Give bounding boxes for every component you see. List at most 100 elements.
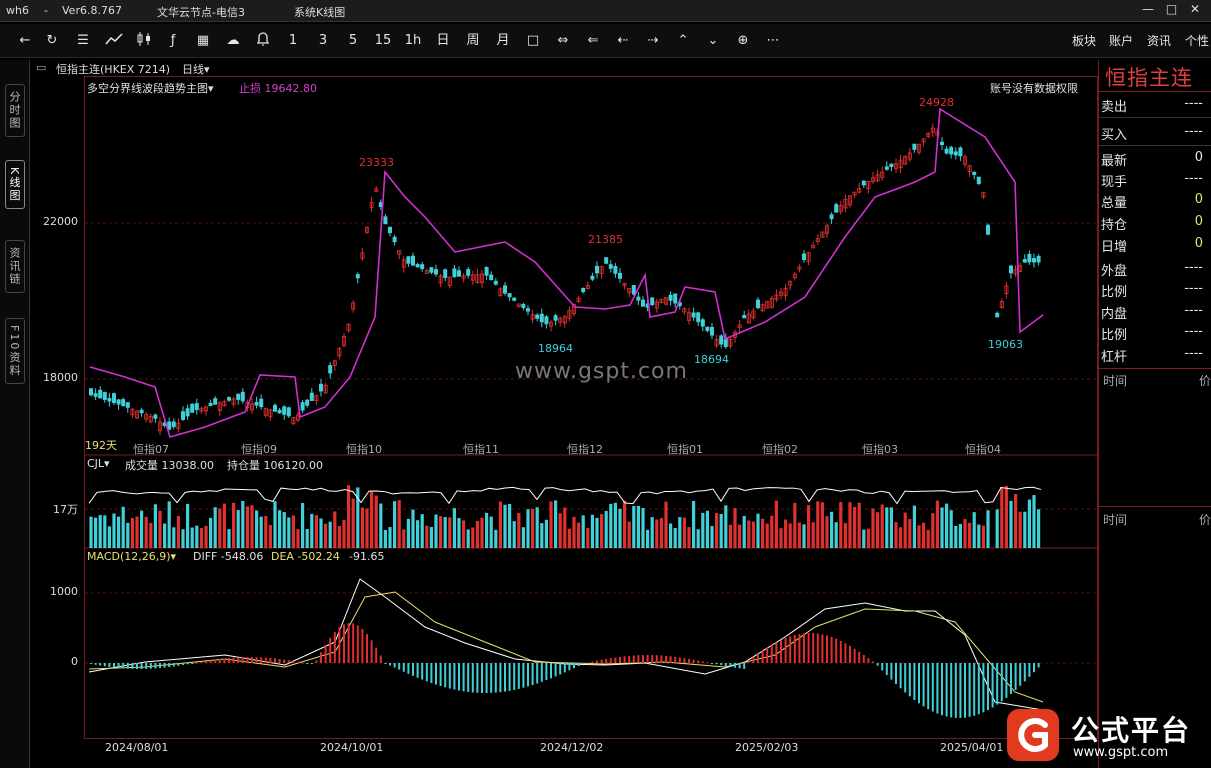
- tab-kline[interactable]: K线图: [5, 160, 25, 210]
- indicator-select[interactable]: 多空分界线波段趋势主图▾: [87, 80, 214, 96]
- scroll-right-icon[interactable]: ⇢: [642, 31, 664, 51]
- volume-bar: [475, 520, 479, 548]
- volume-bar: [664, 501, 668, 548]
- candle-body: [406, 256, 411, 264]
- volume-bar: [636, 505, 640, 548]
- crosshair-icon[interactable]: ⊕: [732, 31, 754, 51]
- volume-bar: [328, 521, 332, 548]
- macd-histogram-bar: [596, 660, 598, 663]
- macd-histogram-bar: [320, 652, 322, 663]
- formula-icon[interactable]: ƒ: [162, 31, 184, 51]
- candle-body: [181, 411, 186, 420]
- macd-histogram-bar: [536, 663, 539, 684]
- cloud-sync-icon[interactable]: ☁: [222, 31, 244, 51]
- volume-bar: [397, 500, 401, 548]
- tab-news-chain[interactable]: 资讯链: [5, 240, 25, 293]
- volume-bar: [600, 514, 604, 548]
- volume-bar: [383, 529, 387, 548]
- zoom-in-icon[interactable]: ⇔: [552, 31, 574, 51]
- quote-row-ratio1: 比例 ----: [1101, 281, 1203, 300]
- macd-histogram-bar: [205, 661, 207, 663]
- volume-bar: [650, 517, 654, 548]
- period-day[interactable]: 日: [432, 31, 454, 51]
- volume-bar: [963, 519, 967, 548]
- volume-bar: [462, 520, 466, 548]
- custom-period-icon[interactable]: □: [522, 31, 544, 51]
- macd-histogram-bar: [826, 635, 828, 663]
- instrument-bar: ▭ 恒指主连(HKEX 7214) 日线▾: [32, 60, 1098, 76]
- scroll-up-icon[interactable]: ⌃: [672, 31, 694, 51]
- close-button[interactable]: ✕: [1185, 2, 1205, 16]
- indicator-icon[interactable]: ▦: [192, 31, 214, 51]
- month-label-01: 恒指01: [667, 443, 703, 456]
- period-week[interactable]: 周: [462, 31, 484, 51]
- macd-histogram-bar: [982, 663, 985, 713]
- period-5min[interactable]: 5: [342, 31, 364, 51]
- macd-histogram-bar: [209, 660, 212, 663]
- volume-bar: [719, 513, 723, 548]
- macd-indicator-select[interactable]: MACD(12,26,9)▾: [87, 550, 176, 563]
- line-chart-icon[interactable]: [103, 31, 125, 51]
- maximize-button[interactable]: □: [1162, 2, 1182, 16]
- logo-mark-icon: [1007, 709, 1059, 761]
- macd-histogram-bar: [775, 642, 778, 663]
- macd-histogram-bar: [228, 658, 230, 663]
- permission-notice: 账号没有数据权限: [990, 82, 1078, 95]
- date-label-1: 2024/10/01: [320, 741, 384, 754]
- volume-bar: [535, 507, 539, 548]
- volume-bar: [126, 522, 130, 548]
- more-icon[interactable]: ⋯: [762, 31, 784, 51]
- scroll-left-icon[interactable]: ⇠: [612, 31, 634, 51]
- volume-bar: [117, 516, 121, 548]
- menu-account[interactable]: 账户: [1109, 32, 1133, 49]
- volume-bar: [807, 505, 811, 548]
- macd-histogram-bar: [812, 633, 815, 663]
- macd-histogram-bar: [471, 663, 474, 693]
- chart-area[interactable]: 多空分界线波段趋势主图▾ 止损 19642.80 账号没有数据权限 23333 …: [84, 76, 1099, 739]
- layout-icon[interactable]: ▭: [36, 61, 46, 74]
- high-label-23333: 23333: [359, 156, 394, 169]
- period-select[interactable]: 日线▾: [182, 61, 210, 77]
- macd-histogram-bar: [172, 663, 175, 667]
- macd-histogram-bar: [586, 662, 589, 664]
- menu-personal[interactable]: 个性: [1185, 32, 1209, 49]
- macd-histogram-bar: [214, 659, 217, 663]
- macd-histogram-bar: [384, 663, 387, 664]
- tab-f10[interactable]: F10资料: [5, 318, 25, 385]
- macd-histogram-bar: [338, 627, 341, 663]
- candle-icon[interactable]: [133, 31, 155, 51]
- period-month[interactable]: 月: [492, 31, 514, 51]
- volume-bar: [374, 495, 378, 548]
- period-3min[interactable]: 3: [312, 31, 334, 51]
- macd-histogram-bar: [770, 644, 773, 663]
- refresh-icon[interactable]: ↻: [41, 31, 63, 51]
- candle-body: [691, 312, 696, 318]
- candle-body: [213, 398, 218, 405]
- macd-histogram-bar: [936, 663, 939, 714]
- back-arrow-icon[interactable]: ←: [14, 31, 36, 51]
- alert-bell-icon[interactable]: [252, 31, 274, 51]
- zoom-out-icon[interactable]: ⇐: [582, 31, 604, 51]
- macd-histogram-bar: [642, 655, 644, 663]
- period-1min[interactable]: 1: [282, 31, 304, 51]
- menu-news[interactable]: 资讯: [1147, 32, 1171, 49]
- minimize-button[interactable]: —: [1138, 2, 1158, 16]
- period-1h[interactable]: 1h: [402, 31, 424, 51]
- volume-bar: [567, 528, 571, 548]
- volume-bar: [1027, 499, 1031, 548]
- macd-histogram-bar: [757, 653, 759, 663]
- quote-row-lot: 现手 ----: [1101, 171, 1203, 190]
- list-icon[interactable]: ☰: [72, 31, 94, 51]
- volume-bar: [296, 529, 300, 548]
- scroll-down-icon[interactable]: ⌄: [702, 31, 724, 51]
- volume-bar: [209, 517, 213, 548]
- volume-indicator-select[interactable]: CJL▾: [87, 457, 110, 470]
- menu-sectors[interactable]: 板块: [1072, 32, 1096, 49]
- instrument-name[interactable]: 恒指主连(HKEX 7214): [56, 61, 170, 77]
- macd-histogram-bar: [821, 634, 824, 663]
- macd-histogram-bar: [402, 663, 405, 672]
- tab-timeshare[interactable]: 分时图: [5, 84, 25, 137]
- period-15min[interactable]: 15: [372, 31, 394, 51]
- macd-histogram-bar: [117, 663, 120, 668]
- macd-histogram-bar: [890, 663, 893, 680]
